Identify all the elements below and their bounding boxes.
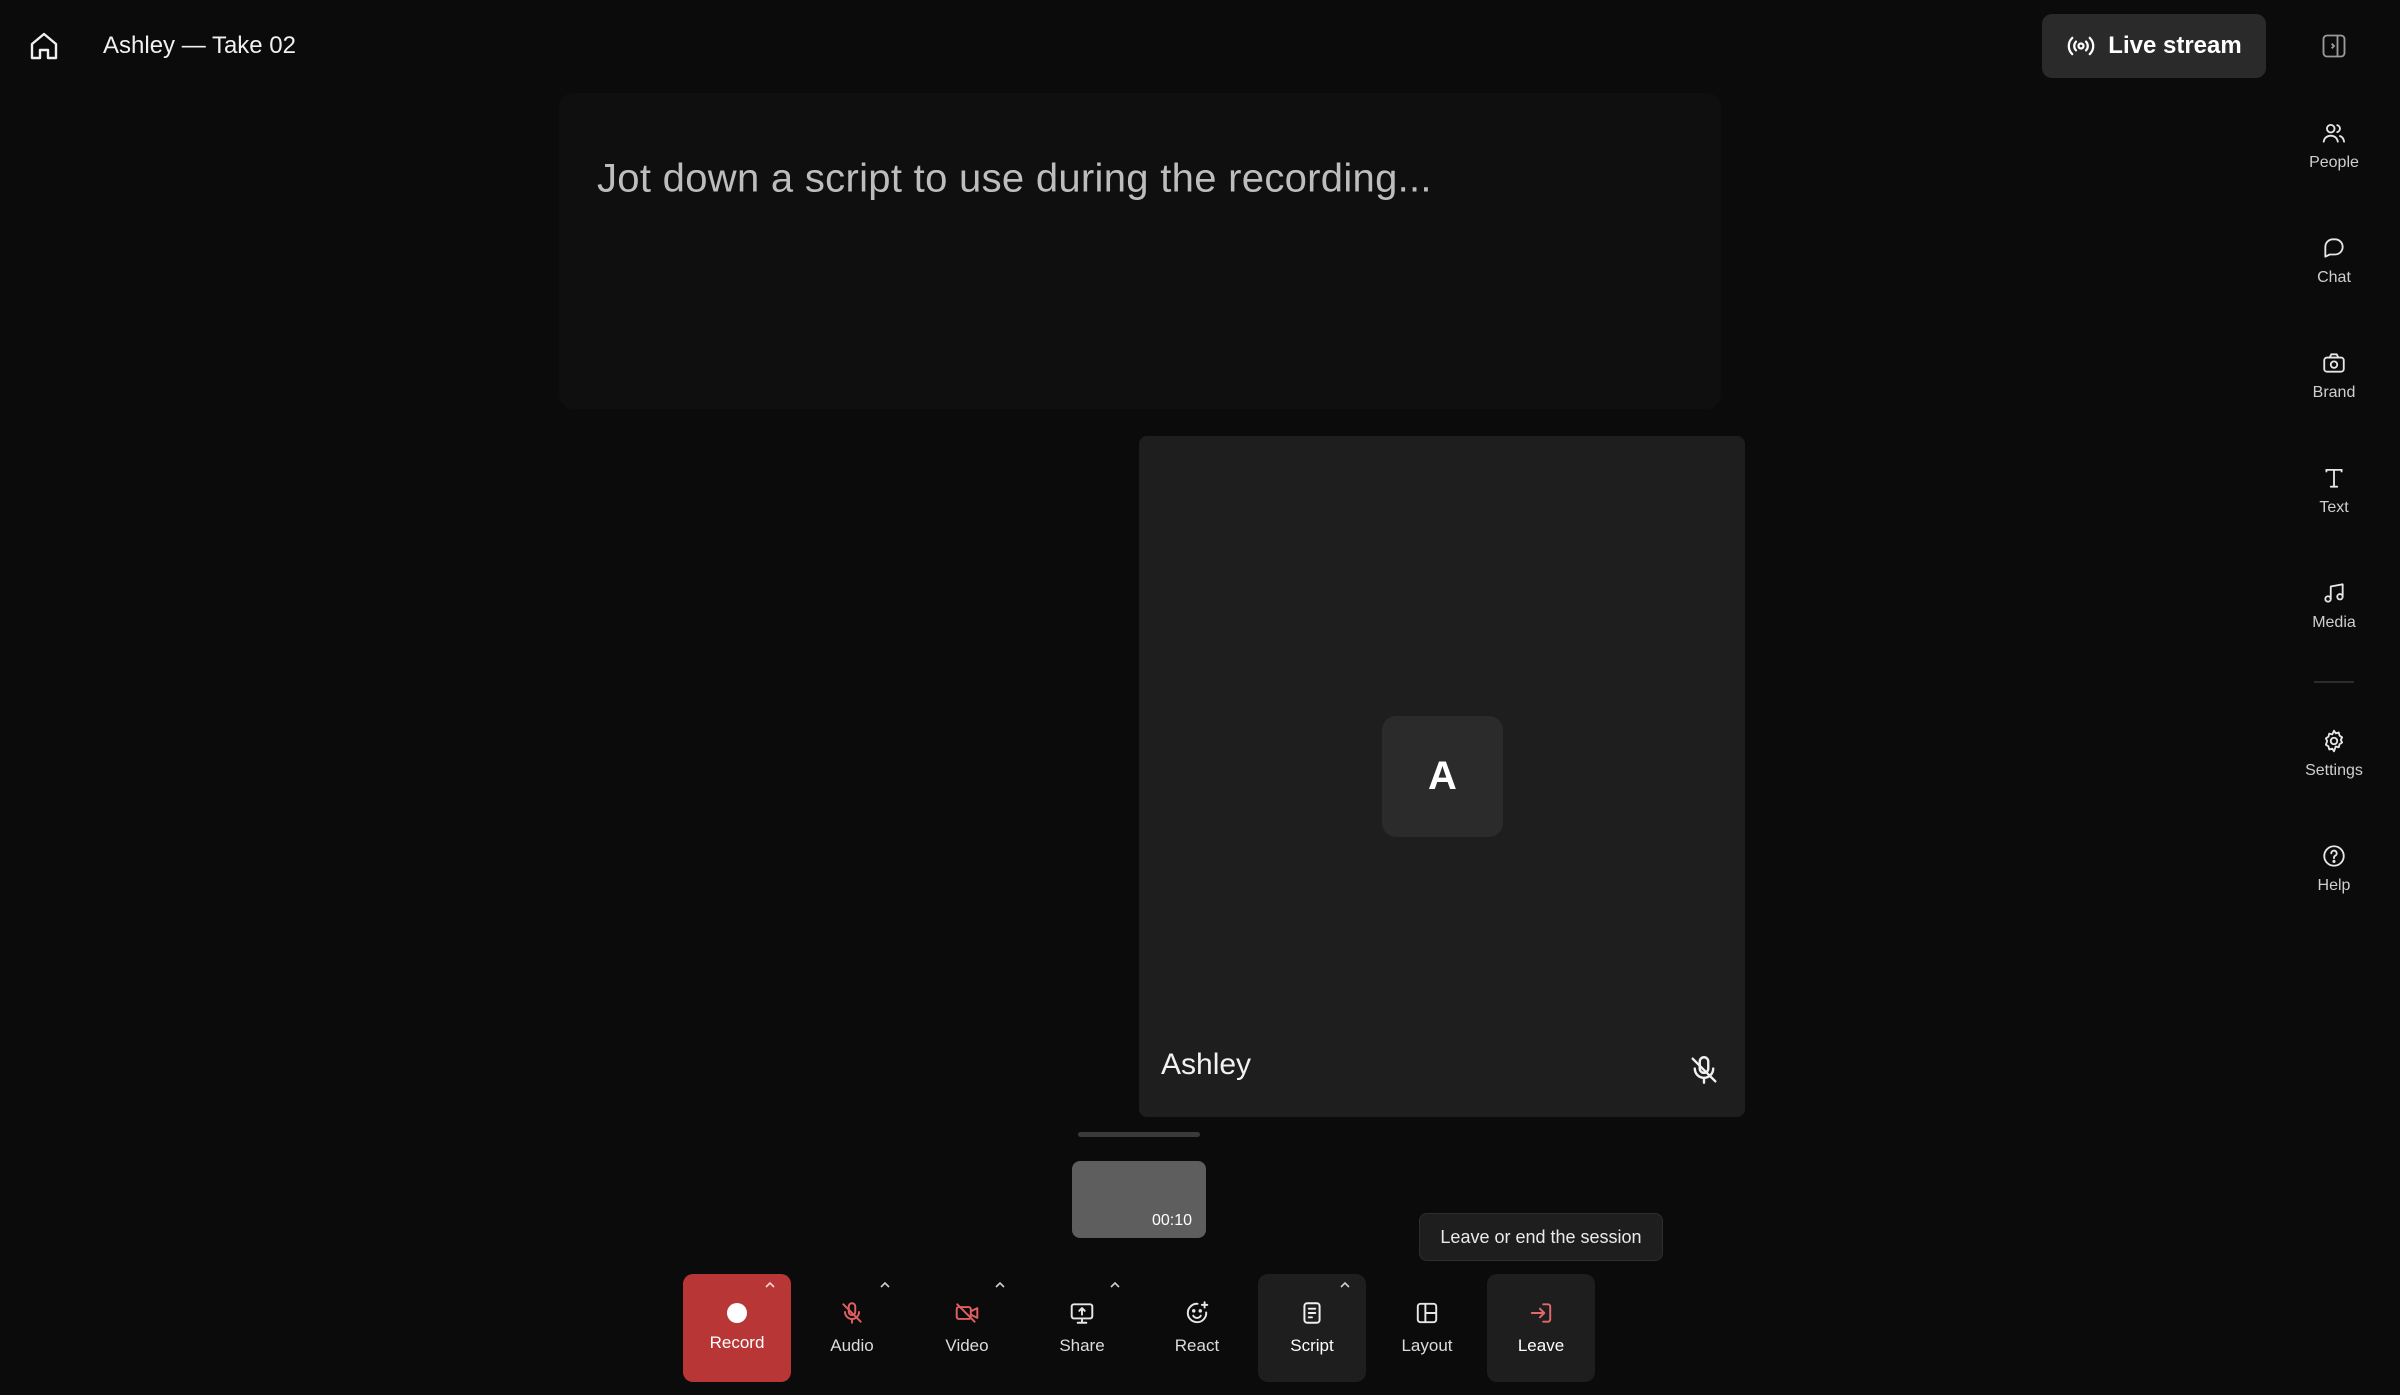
avatar: A (1382, 716, 1503, 837)
leave-tooltip: Leave or end the session (1419, 1213, 1663, 1261)
record-label: Record (709, 1333, 765, 1352)
mic-muted-icon (842, 1302, 862, 1324)
script-placeholder: Jot down a script to use during the reco… (597, 156, 1432, 201)
share-button[interactable]: Share (1028, 1274, 1136, 1382)
mic-muted-icon (1691, 1056, 1717, 1084)
audio-label: Audio (830, 1336, 874, 1355)
script-button[interactable]: Script (1258, 1274, 1366, 1382)
sidebar-item-settings[interactable]: Settings (2292, 712, 2376, 796)
sidebar-item-label: Chat (2317, 269, 2351, 286)
chevron-up-icon (765, 1281, 775, 1288)
sidebar-item-brand[interactable]: Brand (2292, 334, 2376, 418)
emoji-add-icon (1186, 1301, 1209, 1324)
record-button[interactable]: Record (683, 1274, 791, 1382)
sidebar-divider (2314, 681, 2354, 683)
participant-tile[interactable]: A Ashley (1139, 436, 1745, 1117)
video-button[interactable]: Video (913, 1274, 1021, 1382)
sidebar-item-media[interactable]: Media (2292, 564, 2376, 648)
script-label: Script (1290, 1336, 1334, 1355)
leave-label: Leave (1517, 1336, 1565, 1355)
leave-button[interactable]: Leave (1487, 1274, 1595, 1382)
session-title: Ashley — Take 02 (103, 32, 296, 59)
live-stream-button[interactable]: Live stream (2042, 14, 2266, 78)
record-icon (727, 1303, 747, 1323)
broadcast-icon (2068, 36, 2095, 56)
gear-icon (2324, 729, 2344, 753)
sidebar-item-label: Settings (2305, 762, 2363, 779)
sidebar-toggle-icon (2322, 34, 2346, 58)
screen-share-icon (1070, 1303, 1094, 1324)
chat-icon (2324, 238, 2344, 258)
share-label: Share (1059, 1336, 1105, 1355)
sidebar-item-label: People (2309, 154, 2359, 171)
sidebar-item-people[interactable]: People (2292, 104, 2376, 188)
participant-name: Ashley (1161, 1048, 1252, 1081)
sidebar-item-label: Help (2317, 877, 2351, 894)
layout-label: Layout (1401, 1336, 1453, 1355)
chevron-up-icon (1340, 1281, 1350, 1288)
script-icon (1303, 1302, 1321, 1324)
layout-icon (1416, 1302, 1438, 1324)
react-label: React (1174, 1336, 1220, 1355)
leave-icon (1530, 1303, 1552, 1323)
video-off-icon (955, 1303, 979, 1323)
music-note-icon (2324, 583, 2344, 603)
sidebar-item-chat[interactable]: Chat (2292, 219, 2376, 303)
sidebar-item-label: Text (2319, 499, 2349, 516)
layout-button[interactable]: Layout (1373, 1274, 1481, 1382)
chevron-up-icon (995, 1281, 1005, 1288)
video-label: Video (945, 1336, 989, 1355)
react-button[interactable]: React (1143, 1274, 1251, 1382)
brand-icon (2323, 353, 2345, 373)
thumbnail-time: 00:10 (1151, 1212, 1192, 1229)
people-icon (2322, 123, 2345, 143)
live-stream-label: Live stream (2108, 32, 2242, 59)
toggle-panel-button[interactable] (2314, 26, 2354, 66)
script-editor[interactable]: Jot down a script to use during the reco… (559, 93, 1721, 409)
text-icon (2325, 468, 2343, 488)
sidebar-item-help[interactable]: Help (2292, 827, 2376, 911)
sidebar-item-text[interactable]: Text (2292, 449, 2376, 533)
sidebar-item-label: Media (2312, 614, 2356, 631)
timeline-handle[interactable] (1078, 1132, 1200, 1137)
sidebar-item-label: Brand (2312, 384, 2356, 401)
help-icon (2323, 845, 2345, 867)
recording-thumbnail[interactable]: 00:10 (1072, 1161, 1206, 1238)
home-button[interactable] (24, 26, 64, 66)
audio-button[interactable]: Audio (798, 1274, 906, 1382)
chevron-up-icon (1110, 1281, 1120, 1288)
chevron-up-icon (880, 1281, 890, 1288)
home-icon (30, 32, 58, 60)
